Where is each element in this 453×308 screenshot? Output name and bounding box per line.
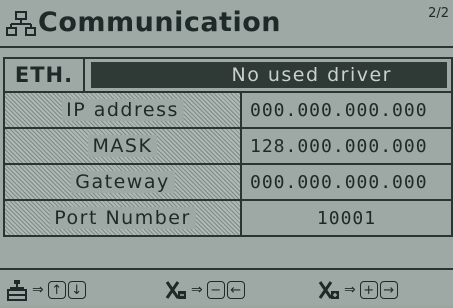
plus-key-icon: +: [359, 281, 378, 299]
header: Communication 2/2: [0, 0, 453, 48]
x-minus-icon: [165, 281, 186, 299]
right-key-icon: →: [379, 281, 398, 299]
x-plus-icon: [318, 281, 339, 299]
port-number-label: Port Number: [49, 207, 196, 229]
gateway-value[interactable]: 000.000.000.000: [242, 165, 451, 199]
mask-value[interactable]: 128.000.000.000: [242, 129, 451, 163]
increment-hint: ⇒ + →: [318, 278, 400, 302]
mask-label: MASK: [87, 135, 158, 157]
port-number-label-cell: Port Number: [5, 201, 242, 235]
implies-arrow: ⇒: [191, 282, 203, 298]
eth-row[interactable]: ETH. No used driver: [3, 57, 453, 91]
page-indicator: 2/2: [428, 6, 449, 21]
footer-hints: ⇒ ↑ ↓ ⇒ − ← ⇒ + →: [0, 268, 453, 308]
down-key-icon: ↓: [67, 281, 86, 299]
table-row[interactable]: IP address 000.000.000.000: [3, 91, 453, 127]
implies-arrow: ⇒: [32, 282, 44, 298]
ip-address-value[interactable]: 000.000.000.000: [242, 93, 451, 127]
network-icon: [6, 11, 36, 36]
mask-label-cell: MASK: [5, 129, 242, 163]
decrement-hint: ⇒ − ←: [165, 278, 247, 302]
table-row[interactable]: Gateway 000.000.000.000: [3, 163, 453, 199]
table-row[interactable]: Port Number 10001: [3, 199, 453, 237]
settings-table: ETH. No used driver IP address 000.000.0…: [3, 57, 453, 237]
screen: Communication 2/2 ETH. No used driver IP…: [0, 0, 453, 306]
eth-driver-value[interactable]: No used driver: [91, 62, 447, 88]
gateway-label-cell: Gateway: [5, 165, 242, 199]
ip-address-label-cell: IP address: [5, 93, 242, 127]
ip-address-label: IP address: [61, 99, 184, 121]
table-row[interactable]: MASK 128.000.000.000: [3, 127, 453, 163]
up-key-icon: ↑: [47, 281, 66, 299]
left-key-icon: ←: [226, 281, 245, 299]
minus-key-icon: −: [206, 281, 225, 299]
tree-menu-icon: [7, 280, 27, 301]
page-title: Communication: [38, 7, 281, 38]
eth-label: ETH.: [5, 59, 85, 91]
gateway-label: Gateway: [70, 171, 175, 193]
implies-arrow: ⇒: [344, 282, 356, 298]
port-number-value[interactable]: 10001: [242, 201, 451, 235]
navigate-hint: ⇒ ↑ ↓: [6, 278, 88, 302]
